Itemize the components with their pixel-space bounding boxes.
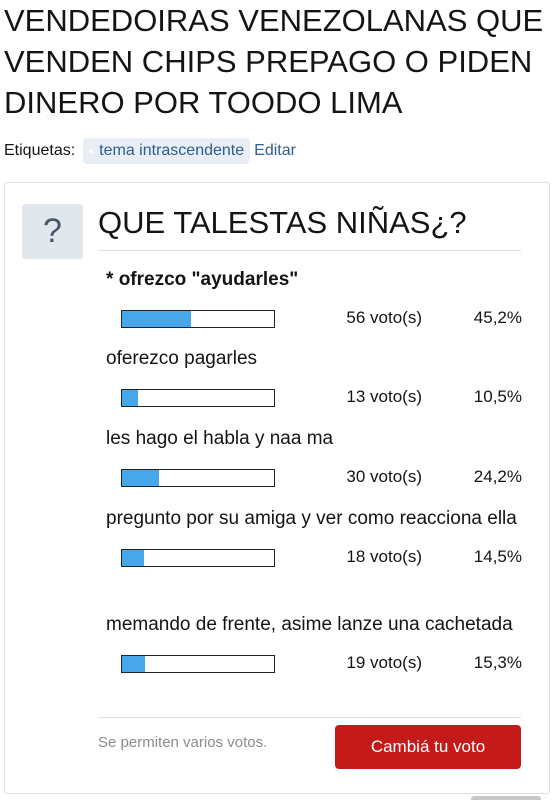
poll-bar-fill [122, 470, 159, 486]
poll-footer-divider [98, 717, 521, 718]
poll-vote-count: 56 voto(s) [346, 308, 422, 327]
poll-option: oferezco pagarles 13 voto(s) 10,5% [106, 346, 522, 408]
tags-row: Etiquetas: tema intrascendente Editar [4, 137, 296, 165]
poll-question: QUE TALESTAS NIÑAS¿? [98, 205, 467, 240]
question-mark-icon: ? [22, 204, 83, 259]
poll-option: les hago el habla y naa ma 30 voto(s) 24… [106, 426, 522, 488]
tags-label: Etiquetas: [4, 142, 76, 159]
poll-box: ? QUE TALESTAS NIÑAS¿? * ofrezco "ayudar… [4, 182, 550, 794]
poll-bar [121, 655, 275, 673]
scroll-to-top-stub[interactable] [471, 796, 541, 800]
poll-vote-count: 30 voto(s) [346, 467, 422, 486]
poll-result-row: 56 voto(s) 45,2% [106, 307, 522, 329]
poll-bar-fill [122, 390, 138, 406]
poll-bar [121, 389, 275, 407]
poll-result-row: 13 voto(s) 10,5% [106, 386, 522, 408]
poll-option-label: pregunto por su amiga y ver como reaccio… [106, 508, 517, 529]
poll-bar-fill [122, 311, 191, 327]
poll-vote-count: 18 voto(s) [346, 547, 422, 566]
poll-option-label: les hago el habla y naa ma [106, 428, 334, 449]
poll-bar [121, 549, 275, 567]
selected-marker: * [106, 269, 119, 290]
tag-pill[interactable]: tema intrascendente [83, 138, 251, 164]
poll-percent: 10,5% [473, 387, 522, 406]
poll-bar-fill [122, 656, 146, 672]
poll-bar [121, 469, 275, 487]
poll-percent: 14,5% [473, 547, 522, 566]
poll-option: pregunto por su amiga y ver como reaccio… [106, 506, 522, 568]
poll-result-row: 18 voto(s) 14,5% [106, 546, 522, 568]
poll-option-label: oferezco pagarles [106, 348, 258, 369]
poll-divider [98, 250, 521, 251]
poll-result-row: 19 voto(s) 15,3% [106, 652, 522, 674]
poll-result-row: 30 voto(s) 24,2% [106, 466, 522, 488]
change-vote-button[interactable]: Cambiá tu voto [335, 725, 521, 769]
thread-title: VENDEDOIRAS VENEZOLANAS QUE VENDEN CHIPS… [4, 3, 544, 120]
poll-bar-fill [122, 550, 145, 566]
poll-option: * ofrezco "ayudarles" 56 voto(s) 45,2% [106, 267, 522, 329]
multi-vote-note: Se permiten varios votos. [98, 734, 268, 751]
poll-option: memando de frente, asime lanze una cache… [106, 612, 522, 674]
poll-vote-count: 13 voto(s) [346, 387, 422, 406]
poll-option-label: memando de frente, asime lanze una cache… [106, 614, 513, 635]
poll-bar [121, 310, 275, 328]
poll-option-label: * ofrezco "ayudarles" [106, 269, 299, 290]
poll-percent: 15,3% [473, 653, 522, 672]
edit-tags-link[interactable]: Editar [254, 142, 296, 160]
poll-percent: 24,2% [473, 467, 522, 486]
poll-vote-count: 19 voto(s) [346, 653, 422, 672]
poll-percent: 45,2% [473, 308, 522, 327]
